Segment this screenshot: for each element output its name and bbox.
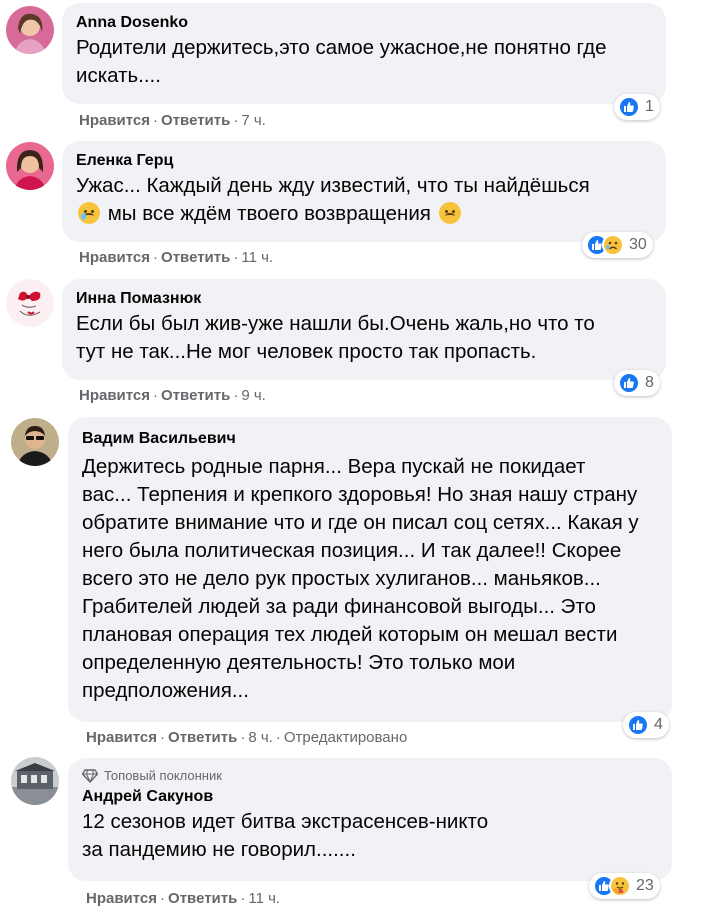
separator: · bbox=[153, 112, 159, 129]
sad-icon bbox=[602, 234, 624, 256]
separator: · bbox=[233, 249, 239, 266]
care-icon bbox=[609, 875, 631, 897]
avatar[interactable] bbox=[6, 279, 54, 327]
comment-text: Ужас... Каждый день жду известий, что ты… bbox=[76, 172, 652, 228]
comment-bubble: Топовый поклонник Андрей Сакунов 12 сезо… bbox=[68, 758, 672, 881]
reaction-count: 23 bbox=[636, 877, 654, 894]
reaction-count: 8 bbox=[645, 374, 654, 391]
reactions-summary[interactable]: 23 bbox=[589, 873, 660, 899]
separator: · bbox=[160, 729, 166, 746]
reaction-count: 30 bbox=[629, 236, 647, 253]
comment-actions: Нравится · Ответить · 7 ч. bbox=[79, 111, 266, 131]
comment-time[interactable]: 11 ч. bbox=[241, 249, 273, 266]
comment-bubble: Anna Dosenko Родители держитесь,это само… bbox=[62, 3, 666, 104]
comment-time[interactable]: 7 ч. bbox=[241, 112, 266, 129]
reactions-summary[interactable]: 4 bbox=[623, 712, 669, 738]
comment-bubble: Еленка Герц Ужас... Каждый день жду изве… bbox=[62, 141, 666, 242]
avatar[interactable] bbox=[11, 418, 59, 466]
reactions-summary[interactable]: 1 bbox=[614, 94, 660, 120]
comment-time[interactable]: 9 ч. bbox=[241, 387, 266, 404]
diamond-icon bbox=[82, 768, 98, 783]
reply-button[interactable]: Ответить bbox=[161, 249, 230, 266]
like-button[interactable]: Нравится bbox=[79, 387, 150, 404]
top-fan-label: Топовый поклонник bbox=[104, 768, 222, 783]
comment-author[interactable]: Anna Dosenko bbox=[76, 13, 652, 33]
reaction-count: 4 bbox=[654, 716, 663, 733]
like-icon bbox=[627, 714, 649, 736]
like-icon bbox=[618, 372, 640, 394]
like-button[interactable]: Нравится bbox=[79, 112, 150, 129]
avatar[interactable] bbox=[11, 757, 59, 805]
separator: · bbox=[160, 890, 166, 907]
comment-actions: Нравится · Ответить · 11 ч. bbox=[86, 889, 280, 909]
like-button[interactable]: Нравится bbox=[79, 249, 150, 266]
avatar[interactable] bbox=[6, 142, 54, 190]
comment-author[interactable]: Инна Помазнюк bbox=[76, 289, 652, 309]
comment-text-part: мы все ждём твоего возвращения bbox=[107, 202, 431, 225]
separator: · bbox=[240, 729, 246, 746]
reply-button[interactable]: Ответить bbox=[168, 729, 237, 746]
comment-bubble: Инна Помазнюк Если бы был жив-уже нашли … bbox=[62, 279, 666, 380]
separator: · bbox=[240, 890, 246, 907]
reply-button[interactable]: Ответить bbox=[161, 387, 230, 404]
comment-author[interactable]: Андрей Сакунов bbox=[82, 787, 658, 807]
reaction-count: 1 bbox=[645, 98, 654, 115]
comment-text: Родители держитесь,это самое ужасное,не … bbox=[76, 36, 607, 87]
comment-actions: Нравится · Ответить · 11 ч. bbox=[79, 248, 273, 268]
like-button[interactable]: Нравится bbox=[86, 729, 157, 746]
comment-bubble: Вадим Васильевич Держитесь родные парня.… bbox=[68, 417, 672, 722]
comment-text: Держитесь родные парня... Вера пускай не… bbox=[82, 455, 639, 702]
separator: · bbox=[275, 729, 281, 746]
reactions-summary[interactable]: 30 bbox=[582, 232, 653, 258]
comment-author[interactable]: Вадим Васильевич bbox=[82, 429, 658, 449]
comment-text: 12 сезонов идет битва экстрасенсев-никто… bbox=[82, 810, 489, 861]
sad-tear-emoji-icon bbox=[78, 202, 100, 224]
reactions-summary[interactable]: 8 bbox=[614, 370, 660, 396]
like-icon bbox=[618, 96, 640, 118]
top-fan-badge[interactable]: Топовый поклонник bbox=[82, 768, 658, 783]
separator: · bbox=[153, 387, 159, 404]
comment-actions: Нравится · Ответить · 9 ч. bbox=[79, 386, 266, 406]
comment-text-part: Ужас... Каждый день жду известий, что ты… bbox=[76, 174, 590, 197]
reply-button[interactable]: Ответить bbox=[168, 890, 237, 907]
avatar[interactable] bbox=[6, 6, 54, 54]
comment-text: Если бы был жив-уже нашли бы.Очень жаль,… bbox=[76, 312, 595, 363]
separator: · bbox=[233, 112, 239, 129]
comment-actions: Нравится · Ответить · 8 ч. · Отредактировано bbox=[86, 728, 407, 748]
disappointed-emoji-icon bbox=[438, 202, 461, 224]
like-button[interactable]: Нравится bbox=[86, 890, 157, 907]
comment-time[interactable]: 11 ч. bbox=[248, 890, 280, 907]
reply-button[interactable]: Ответить bbox=[161, 112, 230, 129]
comment-time[interactable]: 8 ч. bbox=[248, 729, 273, 746]
separator: · bbox=[233, 387, 239, 404]
edited-label[interactable]: Отредактировано bbox=[284, 729, 407, 746]
separator: · bbox=[153, 249, 159, 266]
comment-author[interactable]: Еленка Герц bbox=[76, 151, 652, 171]
